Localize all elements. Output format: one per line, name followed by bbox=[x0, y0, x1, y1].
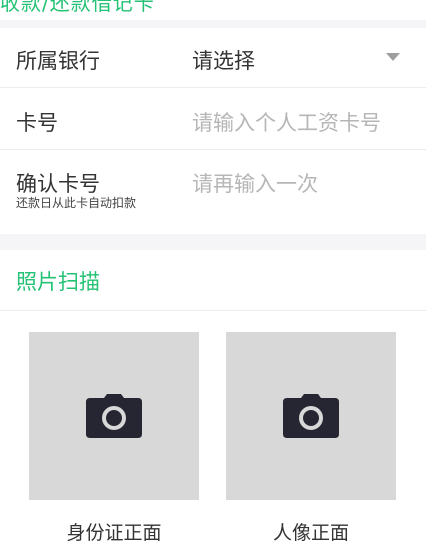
card-number-label: 卡号 bbox=[16, 111, 58, 135]
bank-select-row[interactable]: 所属银行 请选择 bbox=[0, 28, 426, 88]
photo-scan-header: 照片扫描 bbox=[0, 250, 426, 311]
camera-icon bbox=[86, 394, 142, 438]
portrait-caption: 人像正面 bbox=[272, 522, 349, 544]
photo-scan-section: 照片扫描 身份证正面 人像正面 bbox=[0, 250, 426, 557]
top-header: 收款/还款借记卡 bbox=[0, 0, 426, 20]
card-number-row[interactable]: 卡号 请输入个人工资卡号 bbox=[0, 88, 426, 150]
camera-icon bbox=[283, 394, 339, 438]
confirm-card-row[interactable]: 确认卡号 请再输入一次 还款日从此卡自动扣款 bbox=[0, 150, 426, 234]
bank-label: 所属银行 bbox=[16, 49, 100, 73]
card-form: 所属银行 请选择 卡号 请输入个人工资卡号 确认卡号 请再输入一次 还款日从此卡… bbox=[0, 28, 426, 234]
card-number-input[interactable]: 请输入个人工资卡号 bbox=[192, 107, 381, 137]
dropdown-caret-icon[interactable] bbox=[386, 53, 400, 61]
id-card-front-upload[interactable] bbox=[29, 332, 199, 500]
page-title: 收款/还款借记卡 bbox=[0, 0, 155, 15]
photo-scan-title: 照片扫描 bbox=[16, 270, 100, 294]
portrait-upload[interactable] bbox=[226, 332, 396, 500]
confirm-card-hint: 还款日从此卡自动扣款 bbox=[16, 196, 137, 210]
bank-select-value[interactable]: 请选择 bbox=[192, 45, 255, 75]
confirm-card-input[interactable]: 请再输入一次 bbox=[192, 168, 318, 198]
id-card-front-caption: 身份证正面 bbox=[66, 522, 162, 544]
